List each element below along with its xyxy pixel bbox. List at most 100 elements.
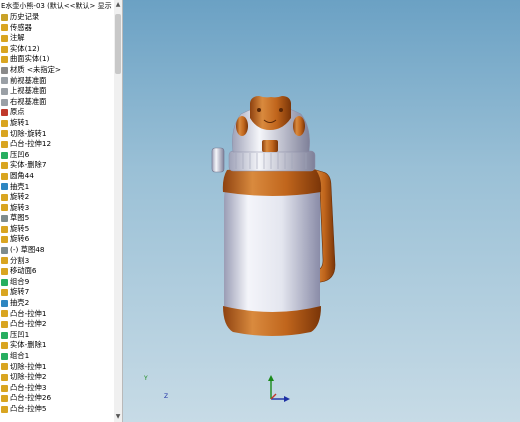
- axis-triad: [268, 375, 290, 402]
- tree-item[interactable]: 旋转3: [0, 203, 114, 214]
- tree-item-label: 实体-删除7: [10, 160, 47, 170]
- sketch-icon: [1, 215, 8, 223]
- boss-extrude-icon: [1, 321, 8, 329]
- bottle-model[interactable]: [123, 0, 520, 422]
- feature-tree: 历史记录 传感器 注解 实体(12) 曲面实体(1) 材质 <未指定> 前视基准面 上视基准面…: [0, 12, 114, 415]
- tree-item[interactable]: 分割3: [0, 256, 114, 267]
- combine-icon: [1, 352, 8, 360]
- indent-icon: [1, 151, 8, 159]
- tree-item[interactable]: 旋转1: [0, 118, 114, 129]
- tree-item-label: 曲面实体(1): [10, 54, 50, 64]
- plane-icon: [1, 87, 8, 95]
- tree-item[interactable]: 旋转2: [0, 192, 114, 203]
- cap-latch: [262, 140, 278, 152]
- tree-item[interactable]: 压凹6: [0, 150, 114, 161]
- tree-item-label: 旋转7: [10, 287, 30, 297]
- tree-item[interactable]: 凸台-拉伸1: [0, 309, 114, 320]
- bottle-side-clip: [211, 147, 225, 173]
- scroll-down-arrow-icon[interactable]: ▼: [114, 412, 122, 422]
- tree-item-label: 注解: [10, 33, 25, 43]
- tree-item-label: 凸台-拉伸12: [10, 139, 52, 149]
- tree-item[interactable]: 抽壳1: [0, 182, 114, 193]
- sensor-icon: [1, 24, 8, 32]
- tree-item-label: 旋转5: [10, 223, 30, 233]
- tree-item-label: 切除-旋转1: [10, 128, 47, 138]
- tree-item[interactable]: 右视基准面: [0, 97, 114, 108]
- tree-item-label: 凸台-拉伸5: [10, 403, 47, 413]
- tree-item[interactable]: 曲面实体(1): [0, 54, 114, 65]
- tree-item[interactable]: 移动面6: [0, 266, 114, 277]
- fillet-icon: [1, 172, 8, 180]
- annotation-icon: [1, 34, 8, 42]
- revolve-icon: [1, 119, 8, 127]
- tree-item[interactable]: 注解: [0, 33, 114, 44]
- tree-item[interactable]: 原点: [0, 107, 114, 118]
- revolve-icon: [1, 204, 8, 212]
- tree-item-label: 压凹1: [10, 329, 30, 339]
- tree-item[interactable]: 切除-拉伸2: [0, 372, 114, 383]
- shell-icon: [1, 183, 8, 191]
- tree-item[interactable]: 传感器: [0, 23, 114, 34]
- tree-item[interactable]: 前视基准面: [0, 76, 114, 87]
- tree-scrollbar[interactable]: ▲ ▼: [114, 0, 122, 422]
- scrollbar-thumb[interactable]: [115, 14, 121, 74]
- cut-extrude-icon: [1, 363, 8, 371]
- origin-icon: [1, 109, 8, 117]
- tree-item-label: 实体(12): [10, 43, 40, 53]
- tree-item-label: 材质 <未指定>: [10, 64, 62, 74]
- triad-y-label: Y: [144, 375, 148, 382]
- tree-item[interactable]: 旋转5: [0, 224, 114, 235]
- bottle-shoulder: [222, 167, 322, 196]
- tree-item-label: 传感器: [10, 22, 32, 32]
- triad-z-label: Z: [164, 393, 169, 400]
- tree-item[interactable]: 实体(12): [0, 44, 114, 55]
- scroll-up-arrow-icon[interactable]: ▲: [114, 0, 122, 10]
- tree-item[interactable]: 凸台-拉伸26: [0, 393, 114, 404]
- tree-item-label: 压凹6: [10, 149, 30, 159]
- tree-item-label: 组合1: [10, 351, 30, 360]
- feature-manager-panel: E水壶小熊-03 (默认<<默认> 显示 历史记录 传感器 注解 实体(12) 曲面实体…: [0, 0, 123, 422]
- tree-item[interactable]: 切除-拉伸1: [0, 362, 114, 373]
- tree-item-label: 上视基准面: [10, 86, 47, 96]
- move-face-icon: [1, 268, 8, 276]
- tree-item[interactable]: 旋转7: [0, 287, 114, 298]
- tree-item-label: 旋转1: [10, 117, 30, 127]
- feature-tree-root-title[interactable]: E水壶小熊-03 (默认<<默认> 显示: [0, 0, 122, 12]
- tree-item-label: 组合9: [10, 276, 30, 286]
- graphics-viewport[interactable]: Y Z: [123, 0, 520, 422]
- tree-item[interactable]: 凸台-拉伸3: [0, 383, 114, 394]
- tree-item[interactable]: (-) 草图48: [0, 245, 114, 256]
- tree-item-label: 分割3: [10, 255, 30, 265]
- tree-item[interactable]: 材质 <未指定>: [0, 65, 114, 76]
- plane-icon: [1, 98, 8, 106]
- solid-bodies-icon: [1, 45, 8, 53]
- tree-item[interactable]: 历史记录: [0, 12, 114, 23]
- tree-item-label: 前视基准面: [10, 75, 47, 85]
- tree-item-label: 凸台-拉伸3: [10, 382, 47, 392]
- tree-item[interactable]: 草图5: [0, 213, 114, 224]
- tree-item[interactable]: 凸台-拉伸2: [0, 319, 114, 330]
- tree-item[interactable]: 组合9: [0, 277, 114, 288]
- tree-item[interactable]: 切除-旋转1: [0, 129, 114, 140]
- tree-item[interactable]: 抽壳2: [0, 298, 114, 309]
- tree-item[interactable]: 压凹1: [0, 330, 114, 341]
- history-icon: [1, 13, 8, 21]
- tree-item[interactable]: 圆角44: [0, 171, 114, 182]
- tree-item[interactable]: 凸台-拉伸5: [0, 404, 114, 415]
- tree-item-label: 圆角44: [10, 170, 34, 180]
- tree-item[interactable]: 旋转6: [0, 234, 114, 245]
- delete-body-icon: [1, 342, 8, 350]
- tree-item-label: (-) 草图48: [10, 245, 45, 255]
- tree-item-label: 抽壳1: [10, 181, 30, 191]
- tree-item[interactable]: 组合1: [0, 351, 114, 362]
- tree-item[interactable]: 实体-删除7: [0, 160, 114, 171]
- boss-extrude-icon: [1, 405, 8, 413]
- tree-item[interactable]: 实体-删除1: [0, 340, 114, 351]
- sketch-icon: [1, 246, 8, 254]
- tree-item-label: 切除-拉伸1: [10, 361, 47, 371]
- tree-item[interactable]: 凸台-拉伸12: [0, 139, 114, 150]
- boss-extrude-icon: [1, 395, 8, 403]
- tree-item-label: 实体-删除1: [10, 340, 47, 350]
- tree-item[interactable]: 上视基准面: [0, 86, 114, 97]
- indent-icon: [1, 331, 8, 339]
